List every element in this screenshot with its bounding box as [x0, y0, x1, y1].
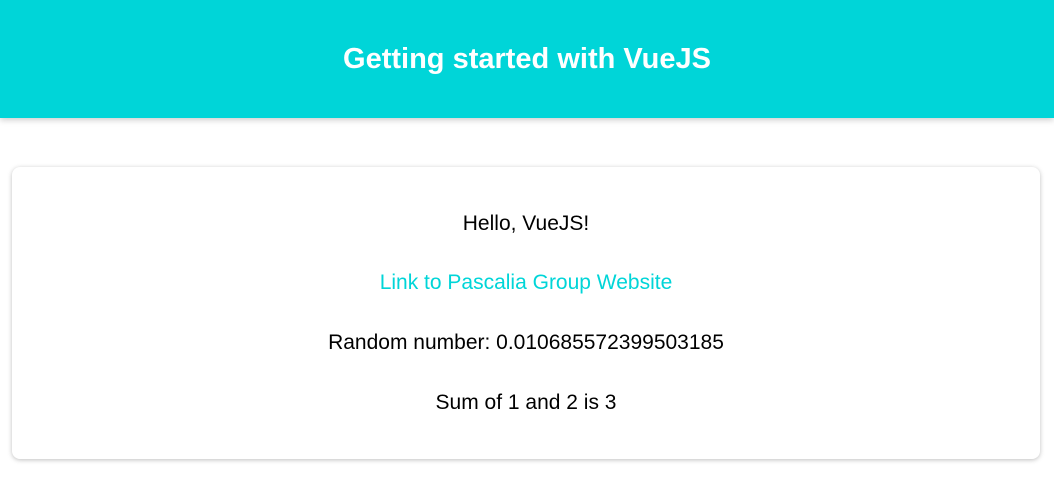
sum-text: Sum of 1 and 2 is 3: [435, 391, 617, 414]
pascalia-website-link[interactable]: Link to Pascalia Group Website: [380, 271, 673, 294]
app-header: Getting started with VueJS: [0, 0, 1054, 118]
greeting-text: Hello, VueJS!: [462, 212, 590, 235]
page-title: Getting started with VueJS: [343, 42, 711, 75]
random-number-text: Random number: 0.010685572399503185: [328, 331, 724, 354]
content-card: Hello, VueJS! Link to Pascalia Group Web…: [12, 167, 1040, 459]
